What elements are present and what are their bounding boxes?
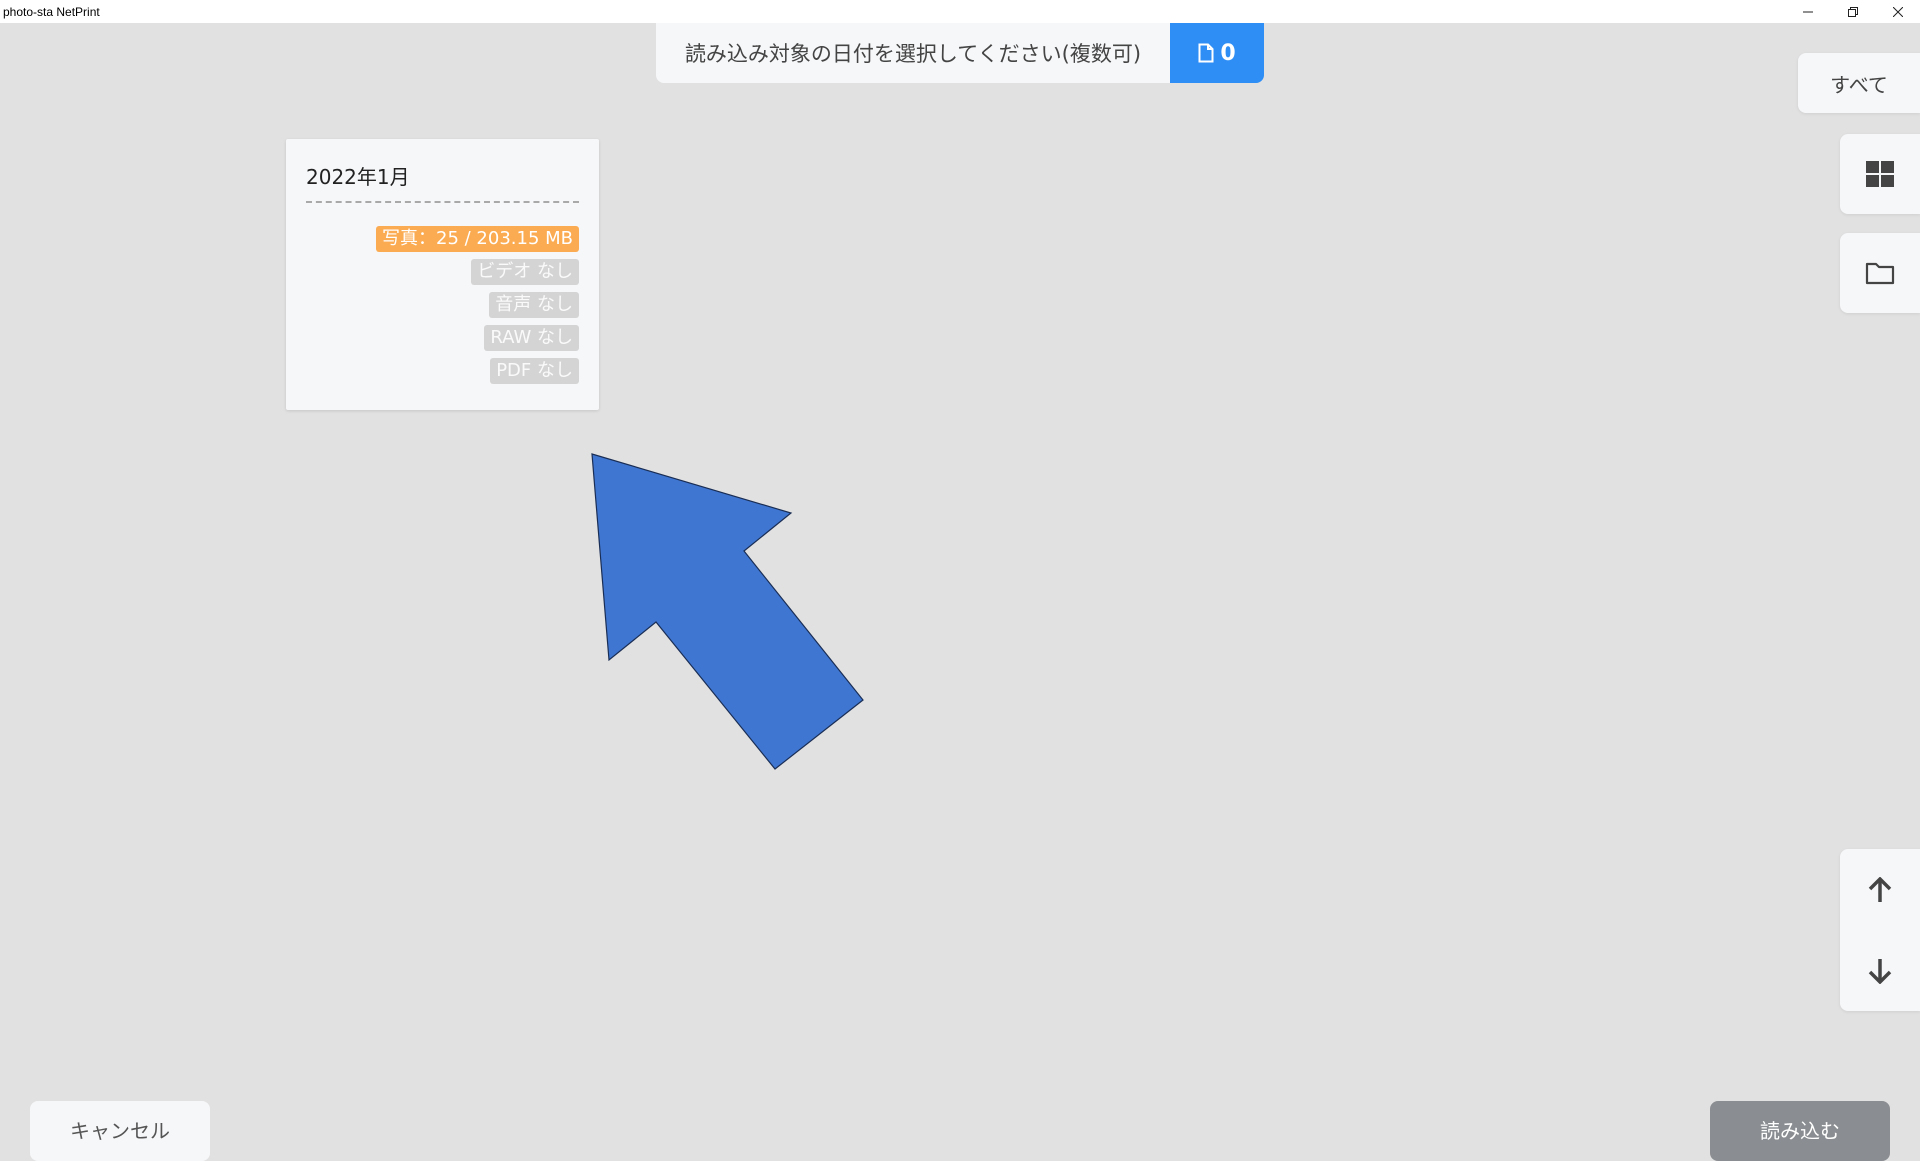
date-card[interactable]: 2022年1月 写真：25 / 203.15 MB ビデオ なし 音声 なし R… bbox=[286, 139, 599, 410]
photo-count-badge: 写真：25 / 203.15 MB bbox=[376, 226, 579, 252]
selected-count: 0 bbox=[1220, 40, 1236, 66]
grid-view-icon bbox=[1866, 161, 1894, 187]
video-count-badge: ビデオ なし bbox=[471, 259, 579, 285]
arrow-up-icon bbox=[1868, 876, 1892, 902]
scroll-controls bbox=[1840, 849, 1920, 1011]
pointer-arrow-overlay bbox=[591, 453, 864, 770]
raw-count-badge: RAW なし bbox=[484, 325, 579, 351]
import-button[interactable]: 読み込む bbox=[1710, 1101, 1890, 1161]
card-divider bbox=[306, 201, 579, 203]
file-icon bbox=[1198, 43, 1214, 63]
cancel-button[interactable]: キャンセル bbox=[30, 1101, 210, 1161]
audio-count-badge: 音声 なし bbox=[489, 292, 579, 318]
title-bar: photo-sta NetPrint bbox=[0, 0, 1920, 23]
selected-count-badge[interactable]: 0 bbox=[1170, 23, 1264, 83]
instruction-text: 読み込み対象の日付を選択してください(複数可) bbox=[656, 23, 1170, 83]
window-controls bbox=[1785, 0, 1920, 23]
close-button[interactable] bbox=[1875, 0, 1920, 23]
folder-button[interactable] bbox=[1840, 233, 1920, 313]
folder-icon bbox=[1865, 262, 1895, 285]
pdf-count-badge: PDF なし bbox=[490, 358, 579, 384]
window-title: photo-sta NetPrint bbox=[3, 4, 100, 19]
minimize-button[interactable] bbox=[1785, 0, 1830, 23]
date-card-title: 2022年1月 bbox=[306, 165, 410, 189]
arrow-down-icon bbox=[1868, 958, 1892, 984]
select-all-button[interactable]: すべて bbox=[1798, 53, 1920, 113]
restore-icon bbox=[1847, 6, 1858, 17]
scroll-down-button[interactable] bbox=[1840, 930, 1920, 1011]
minimize-icon bbox=[1802, 11, 1813, 12]
restore-button[interactable] bbox=[1830, 0, 1875, 23]
scroll-up-button[interactable] bbox=[1840, 849, 1920, 930]
grid-view-button[interactable] bbox=[1840, 134, 1920, 214]
close-icon bbox=[1892, 6, 1903, 17]
arrow-shape bbox=[591, 453, 864, 770]
header-bar: 読み込み対象の日付を選択してください(複数可) 0 bbox=[656, 23, 1264, 83]
